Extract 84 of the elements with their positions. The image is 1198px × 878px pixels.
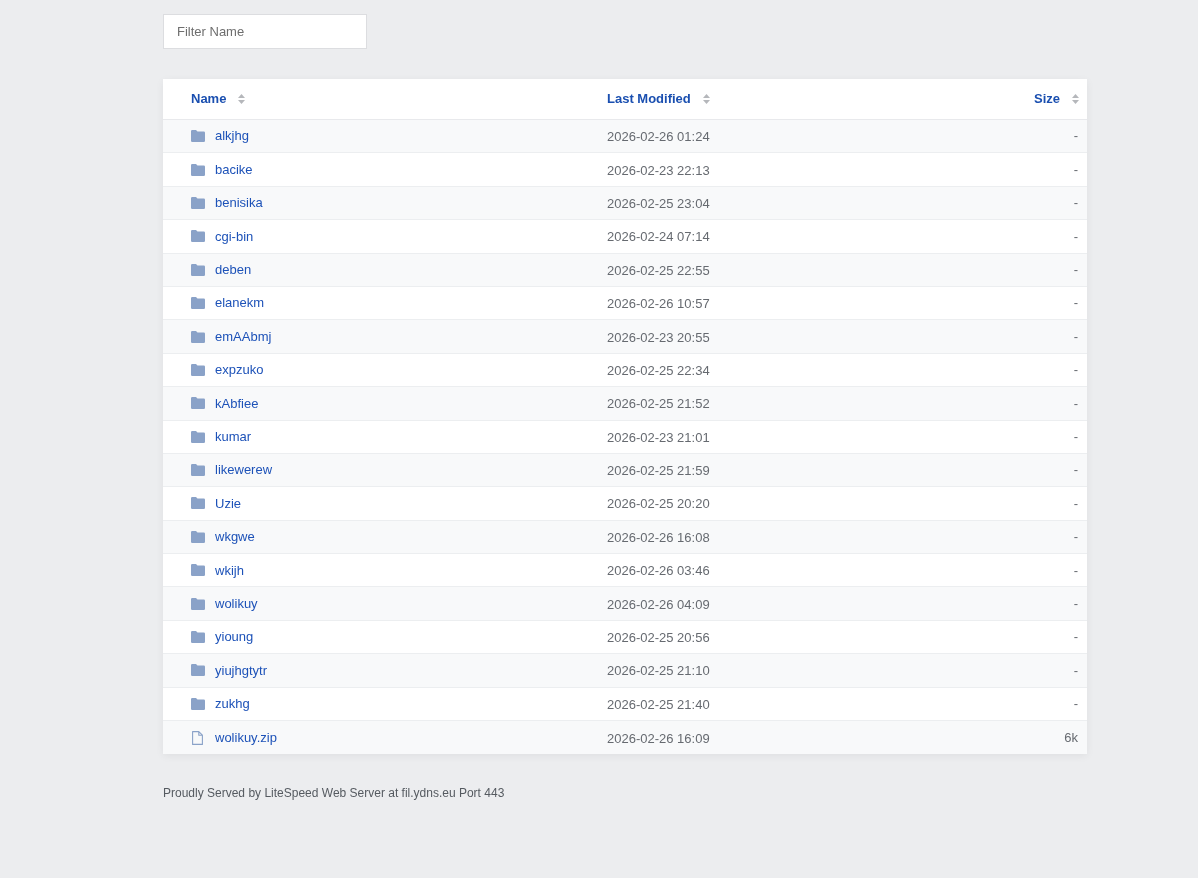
folder-link[interactable]: kumar bbox=[215, 426, 252, 447]
modified-date: 2026-02-26 16:08 bbox=[607, 529, 710, 545]
file-size: 6k bbox=[1064, 728, 1078, 747]
modified-date: 2026-02-25 21:59 bbox=[607, 463, 710, 479]
folder-icon bbox=[190, 196, 205, 209]
folder-link[interactable]: emAAbmj bbox=[215, 326, 272, 347]
modified-date: 2026-02-24 07:14 bbox=[607, 229, 710, 245]
folder-icon bbox=[190, 230, 205, 243]
folder-icon bbox=[190, 597, 205, 610]
file-size: - bbox=[1073, 695, 1078, 714]
folder-link[interactable]: cgi-bin bbox=[215, 226, 254, 247]
column-header-link[interactable]: Size bbox=[1034, 89, 1060, 109]
folder-icon bbox=[190, 297, 205, 310]
modified-date: 2026-02-26 16:09 bbox=[607, 730, 710, 746]
modified-date: 2026-02-26 04:09 bbox=[607, 596, 710, 612]
sort-icon bbox=[1072, 94, 1079, 104]
folder-icon bbox=[190, 397, 205, 410]
folder-link[interactable]: zukhg bbox=[215, 694, 250, 714]
sort-icon bbox=[238, 94, 246, 104]
folder-link[interactable]: bacike bbox=[215, 159, 253, 180]
folder-icon bbox=[190, 464, 205, 477]
file-size: - bbox=[1073, 628, 1078, 647]
folder-icon bbox=[190, 497, 205, 510]
modified-date: 2026-02-23 21:01 bbox=[607, 429, 710, 445]
folder-link[interactable]: yioung bbox=[215, 627, 254, 647]
file-size: - bbox=[1073, 461, 1078, 480]
column-header-link[interactable]: Name bbox=[191, 89, 227, 109]
file-size: - bbox=[1073, 528, 1078, 547]
file-size: - bbox=[1073, 661, 1078, 680]
file-link[interactable]: wolikuy.zip bbox=[215, 727, 277, 748]
modified-date: 2026-02-25 22:55 bbox=[607, 262, 710, 278]
modified-date: 2026-02-25 20:56 bbox=[607, 630, 710, 646]
folder-icon bbox=[190, 664, 205, 677]
sort-icon bbox=[702, 94, 710, 104]
folder-icon bbox=[190, 631, 205, 644]
modified-date: 2026-02-25 22:34 bbox=[607, 362, 710, 378]
folder-icon bbox=[190, 530, 205, 543]
modified-date: 2026-02-26 03:46 bbox=[607, 563, 710, 579]
folder-icon bbox=[190, 363, 205, 376]
file-size: - bbox=[1073, 327, 1078, 346]
folder-link[interactable]: wkgwe bbox=[215, 527, 255, 547]
folder-icon bbox=[190, 697, 205, 710]
file-size: - bbox=[1073, 361, 1078, 380]
file-size: - bbox=[1073, 427, 1078, 446]
modified-date: 2026-02-25 23:04 bbox=[607, 195, 710, 211]
file-size: - bbox=[1073, 194, 1078, 213]
column-header-link[interactable]: Last Modified bbox=[607, 89, 691, 109]
modified-date: 2026-02-23 22:13 bbox=[607, 162, 710, 178]
folder-icon bbox=[190, 330, 205, 343]
file-size: - bbox=[1073, 394, 1078, 413]
modified-date: 2026-02-25 20:20 bbox=[607, 496, 710, 512]
folder-link[interactable]: benisika bbox=[215, 193, 263, 213]
folder-link[interactable]: elanekm bbox=[215, 293, 265, 313]
modified-date: 2026-02-25 21:10 bbox=[607, 663, 710, 679]
modified-date: 2026-02-23 20:55 bbox=[607, 329, 710, 345]
file-size: - bbox=[1073, 160, 1078, 179]
folder-icon bbox=[190, 263, 205, 276]
file-size: - bbox=[1073, 561, 1078, 580]
folder-icon bbox=[190, 130, 205, 143]
file-size: - bbox=[1073, 294, 1078, 313]
modified-date: 2026-02-26 10:57 bbox=[607, 296, 710, 312]
folder-link[interactable]: yiujhgtytr bbox=[215, 660, 268, 681]
folder-link[interactable]: kAbfiee bbox=[215, 393, 259, 414]
modified-date: 2026-02-26 01:24 bbox=[607, 129, 710, 145]
folder-link[interactable]: Uzie bbox=[215, 493, 241, 514]
file-size: - bbox=[1073, 261, 1078, 279]
folder-link[interactable]: expzuko bbox=[215, 360, 264, 380]
folder-link[interactable]: deben bbox=[215, 260, 252, 280]
folder-link[interactable]: wkijh bbox=[215, 560, 244, 580]
server-footer-text: Proudly Served by LiteSpeed Web Server at fil.ydns.eu Port 443 bbox=[163, 785, 506, 803]
file-icon bbox=[192, 730, 203, 745]
folder-link[interactable]: wolikuy bbox=[215, 593, 258, 614]
filter-field[interactable]: Filter Name bbox=[163, 14, 367, 49]
file-size: - bbox=[1073, 594, 1078, 613]
file-size: - bbox=[1073, 227, 1078, 246]
folder-link[interactable]: likewerew bbox=[215, 460, 273, 480]
folder-icon bbox=[190, 163, 205, 176]
modified-date: 2026-02-25 21:40 bbox=[607, 696, 710, 712]
file-size: - bbox=[1073, 127, 1078, 146]
folder-icon bbox=[190, 564, 205, 577]
folder-icon bbox=[190, 430, 205, 443]
file-size: - bbox=[1073, 494, 1078, 513]
modified-date: 2026-02-25 21:52 bbox=[607, 396, 710, 412]
folder-link[interactable]: alkjhg bbox=[215, 126, 249, 146]
